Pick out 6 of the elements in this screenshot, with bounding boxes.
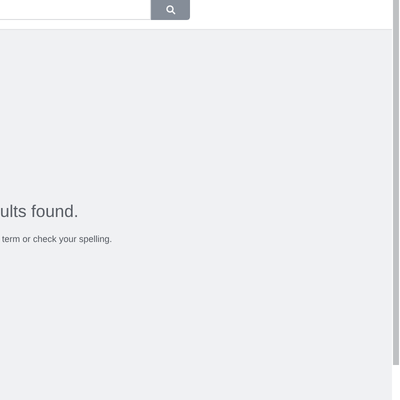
- search-button[interactable]: [151, 0, 190, 20]
- search-icon: [166, 5, 176, 15]
- empty-hint: term or check your spelling.: [2, 233, 114, 245]
- scrollbar-thumb[interactable]: [393, 0, 399, 365]
- search-field[interactable]: [0, 0, 151, 20]
- empty-title: ults found.: [0, 202, 80, 222]
